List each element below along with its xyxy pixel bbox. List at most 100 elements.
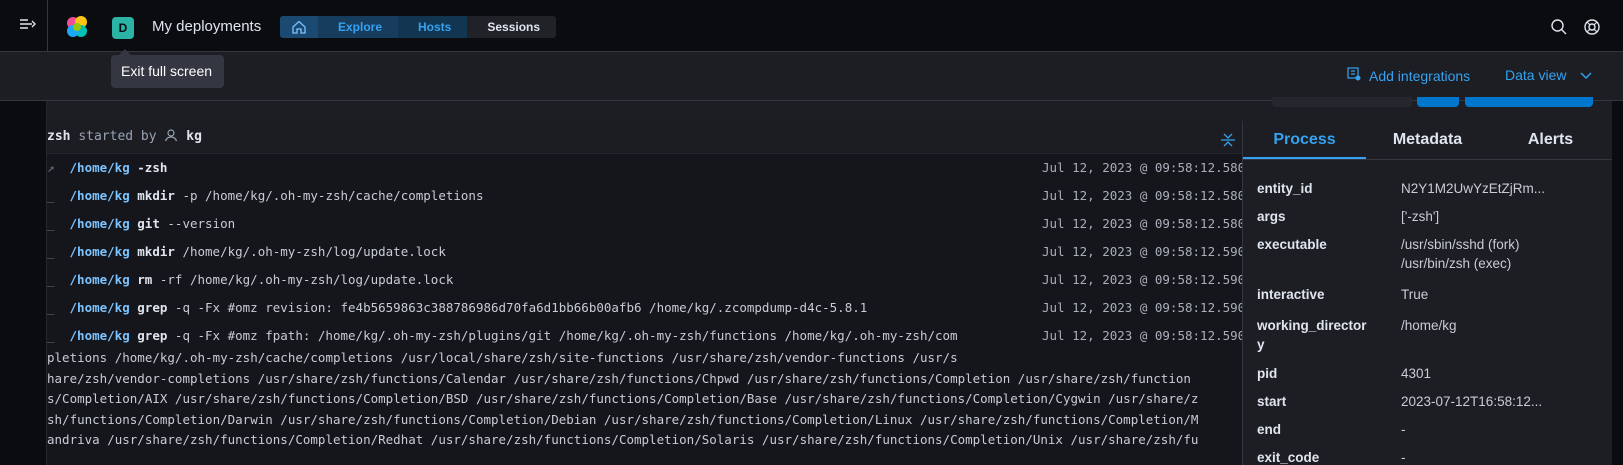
process-timestamp: Jul 12, 2023 @ 09:58:12.580	[1042, 160, 1242, 175]
process-command: grep	[137, 328, 168, 343]
left-gutter	[0, 101, 47, 465]
breadcrumb-home[interactable]	[280, 16, 318, 38]
row-branch: _	[47, 244, 55, 259]
search-icon[interactable]	[1550, 18, 1568, 36]
help-icon[interactable]	[1583, 18, 1601, 36]
field-row: interactive True	[1243, 277, 1612, 308]
tab-process[interactable]: Process	[1243, 121, 1366, 159]
field-row: args ['-zsh']	[1243, 202, 1612, 230]
working-dir: /home/kg	[69, 300, 130, 315]
session-process-name: zsh	[47, 129, 71, 144]
page-scrollbar[interactable]	[1612, 101, 1623, 465]
started-by-label: started by	[78, 129, 157, 144]
process-row[interactable]: _ /home/kg mkdir -p /home/kg/.oh-my-zsh/c…	[47, 182, 1242, 210]
process-row[interactable]: ↗ /home/kg -zsh Jul 12, 2023 @ 09:58:12.5…	[47, 154, 1242, 182]
process-row[interactable]: _ /home/kg rm -rf /home/kg/.oh-my-zsh/log…	[47, 266, 1242, 294]
breadcrumb-explore[interactable]: Explore	[318, 16, 399, 38]
working-dir: /home/kg	[69, 328, 130, 343]
row-branch: ↗	[47, 160, 55, 175]
working-dir: /home/kg	[69, 188, 130, 203]
breadcrumb-hosts[interactable]: Hosts	[398, 16, 468, 38]
row-branch: _	[47, 328, 55, 343]
field-value[interactable]: -	[1401, 448, 1601, 465]
row-branch: _	[47, 188, 55, 203]
working-dir: /home/kg	[69, 272, 130, 287]
continuation-line: andriva /usr/share/zsh/functions/Complet…	[47, 432, 1199, 447]
add-integrations-label: Add integrations	[1369, 67, 1471, 84]
field-row: pid 4301	[1243, 358, 1612, 387]
row-branch: _	[47, 272, 55, 287]
field-value[interactable]: 4301	[1401, 364, 1601, 383]
field-key: entity_id	[1257, 181, 1313, 196]
process-command: mkdir	[137, 244, 175, 259]
field-value[interactable]: /usr/sbin/sshd (fork) /usr/bin/zsh (exec…	[1401, 235, 1601, 273]
field-key: exit_code	[1257, 450, 1320, 465]
process-command: git	[137, 216, 160, 231]
process-fields: entity_id N2Y1M2UwYzEtZjRm... args ['-zsh'…	[1243, 160, 1612, 465]
process-args: -q -Fx #omz revision: fe4b5659863c388786…	[174, 300, 868, 315]
elastic-logo[interactable]	[64, 14, 88, 38]
top-header: D My deployments Explore Hosts Sessions	[0, 0, 1623, 52]
search-field-edge[interactable]	[1272, 97, 1412, 107]
menu-toggle-icon[interactable]	[14, 16, 42, 38]
process-command: rm	[137, 272, 153, 287]
field-row: start 2023-07-12T16:58:12...	[1243, 387, 1612, 415]
field-value[interactable]: True	[1401, 285, 1601, 304]
process-row[interactable]: _ /home/kg git --version Jul 12, 2023 @ 09…	[47, 210, 1242, 238]
process-args: /home/kg/.oh-my-zsh/log/update.lock	[182, 244, 446, 259]
process-row[interactable]: _ /home/kg grep -q -Fx #omz fpath: /home/…	[47, 322, 1242, 350]
chevron-down-icon	[1580, 67, 1592, 83]
action-bar: Add integrations Data view	[0, 52, 1623, 101]
process-timestamp: Jul 12, 2023 @ 09:58:12.580	[1042, 216, 1242, 231]
field-row: exit_code -	[1243, 443, 1612, 465]
process-command: mkdir	[137, 188, 175, 203]
field-value[interactable]: ['-zsh']	[1401, 207, 1601, 226]
continuation-line: pletions /home/kg/.oh-my-zsh/cache/compl…	[47, 350, 958, 365]
process-list: ↗ /home/kg -zsh Jul 12, 2023 @ 09:58:12.5…	[47, 154, 1242, 451]
process-command: grep	[137, 300, 168, 315]
tab-metadata[interactable]: Metadata	[1366, 121, 1489, 159]
data-view-button[interactable]: Data view	[1505, 67, 1592, 83]
process-command: -zsh	[137, 160, 168, 175]
add-integrations-button[interactable]: Add integrations	[1347, 67, 1470, 84]
details-panel: Process Metadata Alerts entity_id N2Y1M2U…	[1242, 121, 1612, 465]
process-args: -rf /home/kg/.oh-my-zsh/log/update.lock	[159, 272, 454, 287]
field-value[interactable]: 2023-07-12T16:58:12...	[1401, 392, 1601, 411]
process-row[interactable]: _ /home/kg grep -q -Fx #omz revision: fe4…	[47, 294, 1242, 322]
primary-button-edge[interactable]	[1465, 97, 1593, 107]
process-timestamp: Jul 12, 2023 @ 09:58:12.590	[1042, 300, 1242, 315]
working-dir: /home/kg	[69, 244, 130, 259]
field-value[interactable]: N2Y1M2UwYzEtZjRm...	[1401, 179, 1601, 198]
field-row: end -	[1243, 415, 1612, 443]
details-tabs: Process Metadata Alerts	[1243, 121, 1612, 160]
working-dir: /home/kg	[69, 216, 130, 231]
tab-alerts[interactable]: Alerts	[1489, 121, 1612, 159]
continuation-line: sh/functions/Completion/Darwin /usr/shar…	[47, 411, 1199, 427]
row-branch: _	[47, 216, 55, 231]
field-key: end	[1257, 422, 1282, 437]
field-row: entity_id N2Y1M2UwYzEtZjRm...	[1243, 174, 1612, 202]
session-toolbar-edge	[47, 97, 1623, 121]
field-key: pid	[1257, 366, 1278, 381]
field-value[interactable]: /home/kg	[1401, 316, 1601, 354]
divider	[47, 0, 48, 52]
field-row: executable/usr/sbin/sshd (fork) /usr/bin…	[1243, 230, 1612, 277]
row-branch: _	[47, 300, 55, 315]
process-timestamp: Jul 12, 2023 @ 09:58:12.580	[1042, 188, 1242, 203]
field-key: working_directory	[1257, 318, 1367, 352]
user-icon	[164, 129, 186, 144]
exit-fullscreen-tooltip: Exit full screen	[111, 49, 224, 88]
deployment-avatar[interactable]: D	[112, 17, 134, 39]
breadcrumb: Explore Hosts Sessions	[280, 16, 557, 38]
field-key: interactive	[1257, 287, 1325, 302]
field-value[interactable]: -	[1401, 420, 1601, 439]
process-args: -q -Fx #omz fpath: /home/kg/.oh-my-zsh/p…	[174, 328, 958, 343]
integrations-icon	[1347, 67, 1361, 84]
deployment-title[interactable]: My deployments	[152, 18, 261, 35]
session-leader[interactable]: zsh started by kg	[47, 121, 1242, 154]
continuation-line: hare/zsh/vendor-completions /usr/share/z…	[47, 370, 1191, 386]
toolbar-button-edge[interactable]	[1417, 97, 1459, 107]
process-timestamp: Jul 12, 2023 @ 09:58:12.590	[1042, 272, 1242, 287]
collapse-icon[interactable]	[1220, 129, 1236, 147]
process-row[interactable]: _ /home/kg mkdir /home/kg/.oh-my-zsh/log/…	[47, 238, 1242, 266]
